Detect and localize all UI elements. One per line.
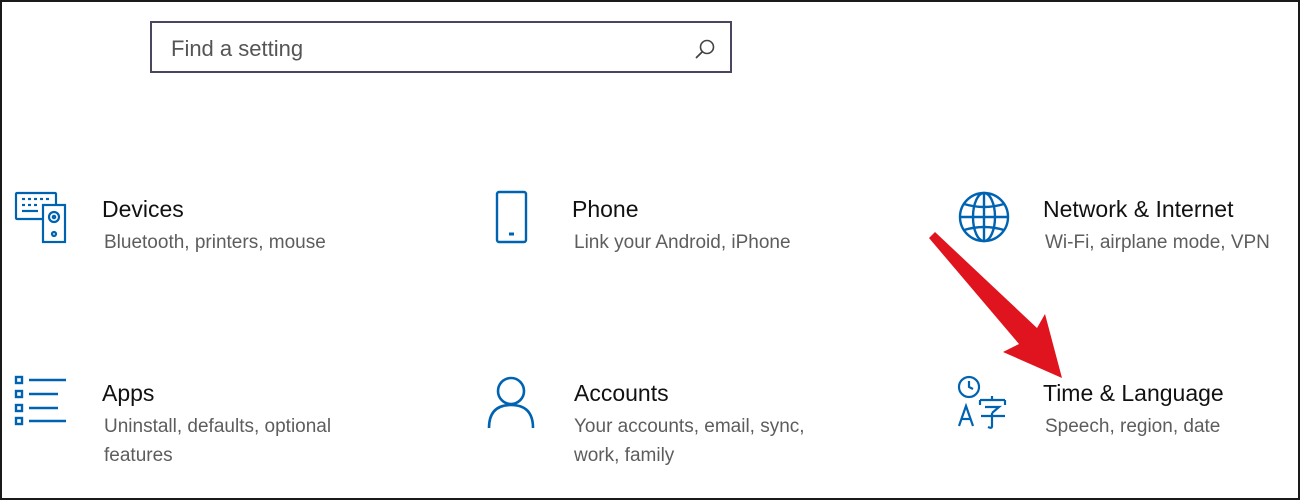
- search-icon[interactable]: [694, 38, 716, 60]
- search-input[interactable]: Find a setting: [150, 21, 732, 73]
- devices-icon: [14, 190, 70, 246]
- tile-title: Time & Language: [1043, 380, 1224, 406]
- tile-accounts[interactable]: Accounts Your accounts, email, sync, wor…: [485, 374, 815, 474]
- tile-phone[interactable]: Phone Link your Android, iPhone: [485, 190, 815, 290]
- tile-devices[interactable]: Devices Bluetooth, printers, mouse: [14, 190, 344, 290]
- annotation-arrow: [929, 232, 1062, 378]
- apps-list-icon: [14, 374, 70, 430]
- tile-title: Apps: [102, 380, 155, 406]
- settings-window: Find a setting Devices Bluetooth, printe…: [0, 0, 1300, 500]
- tile-description: Wi-Fi, airplane mode, VPN: [1045, 232, 1270, 253]
- tile-title: Devices: [102, 196, 184, 222]
- tile-title: Phone: [572, 196, 639, 222]
- time-language-icon: [955, 374, 1011, 430]
- tile-description: Uninstall, defaults, optional features: [104, 416, 332, 466]
- person-icon: [485, 374, 541, 430]
- tile-description: Link your Android, iPhone: [574, 232, 791, 253]
- tile-apps[interactable]: Apps Uninstall, defaults, optional featu…: [14, 374, 344, 474]
- search-placeholder: Find a setting: [171, 36, 304, 61]
- tile-description: Your accounts, email, sync, work, family: [574, 416, 805, 466]
- tile-description: Bluetooth, printers, mouse: [104, 232, 326, 253]
- tile-title: Network & Internet: [1043, 196, 1234, 222]
- tile-description: Speech, region, date: [1045, 416, 1221, 437]
- tile-title: Accounts: [574, 380, 669, 406]
- phone-icon: [485, 190, 541, 246]
- tile-time-language[interactable]: Time & Language Speech, region, date: [955, 374, 1285, 474]
